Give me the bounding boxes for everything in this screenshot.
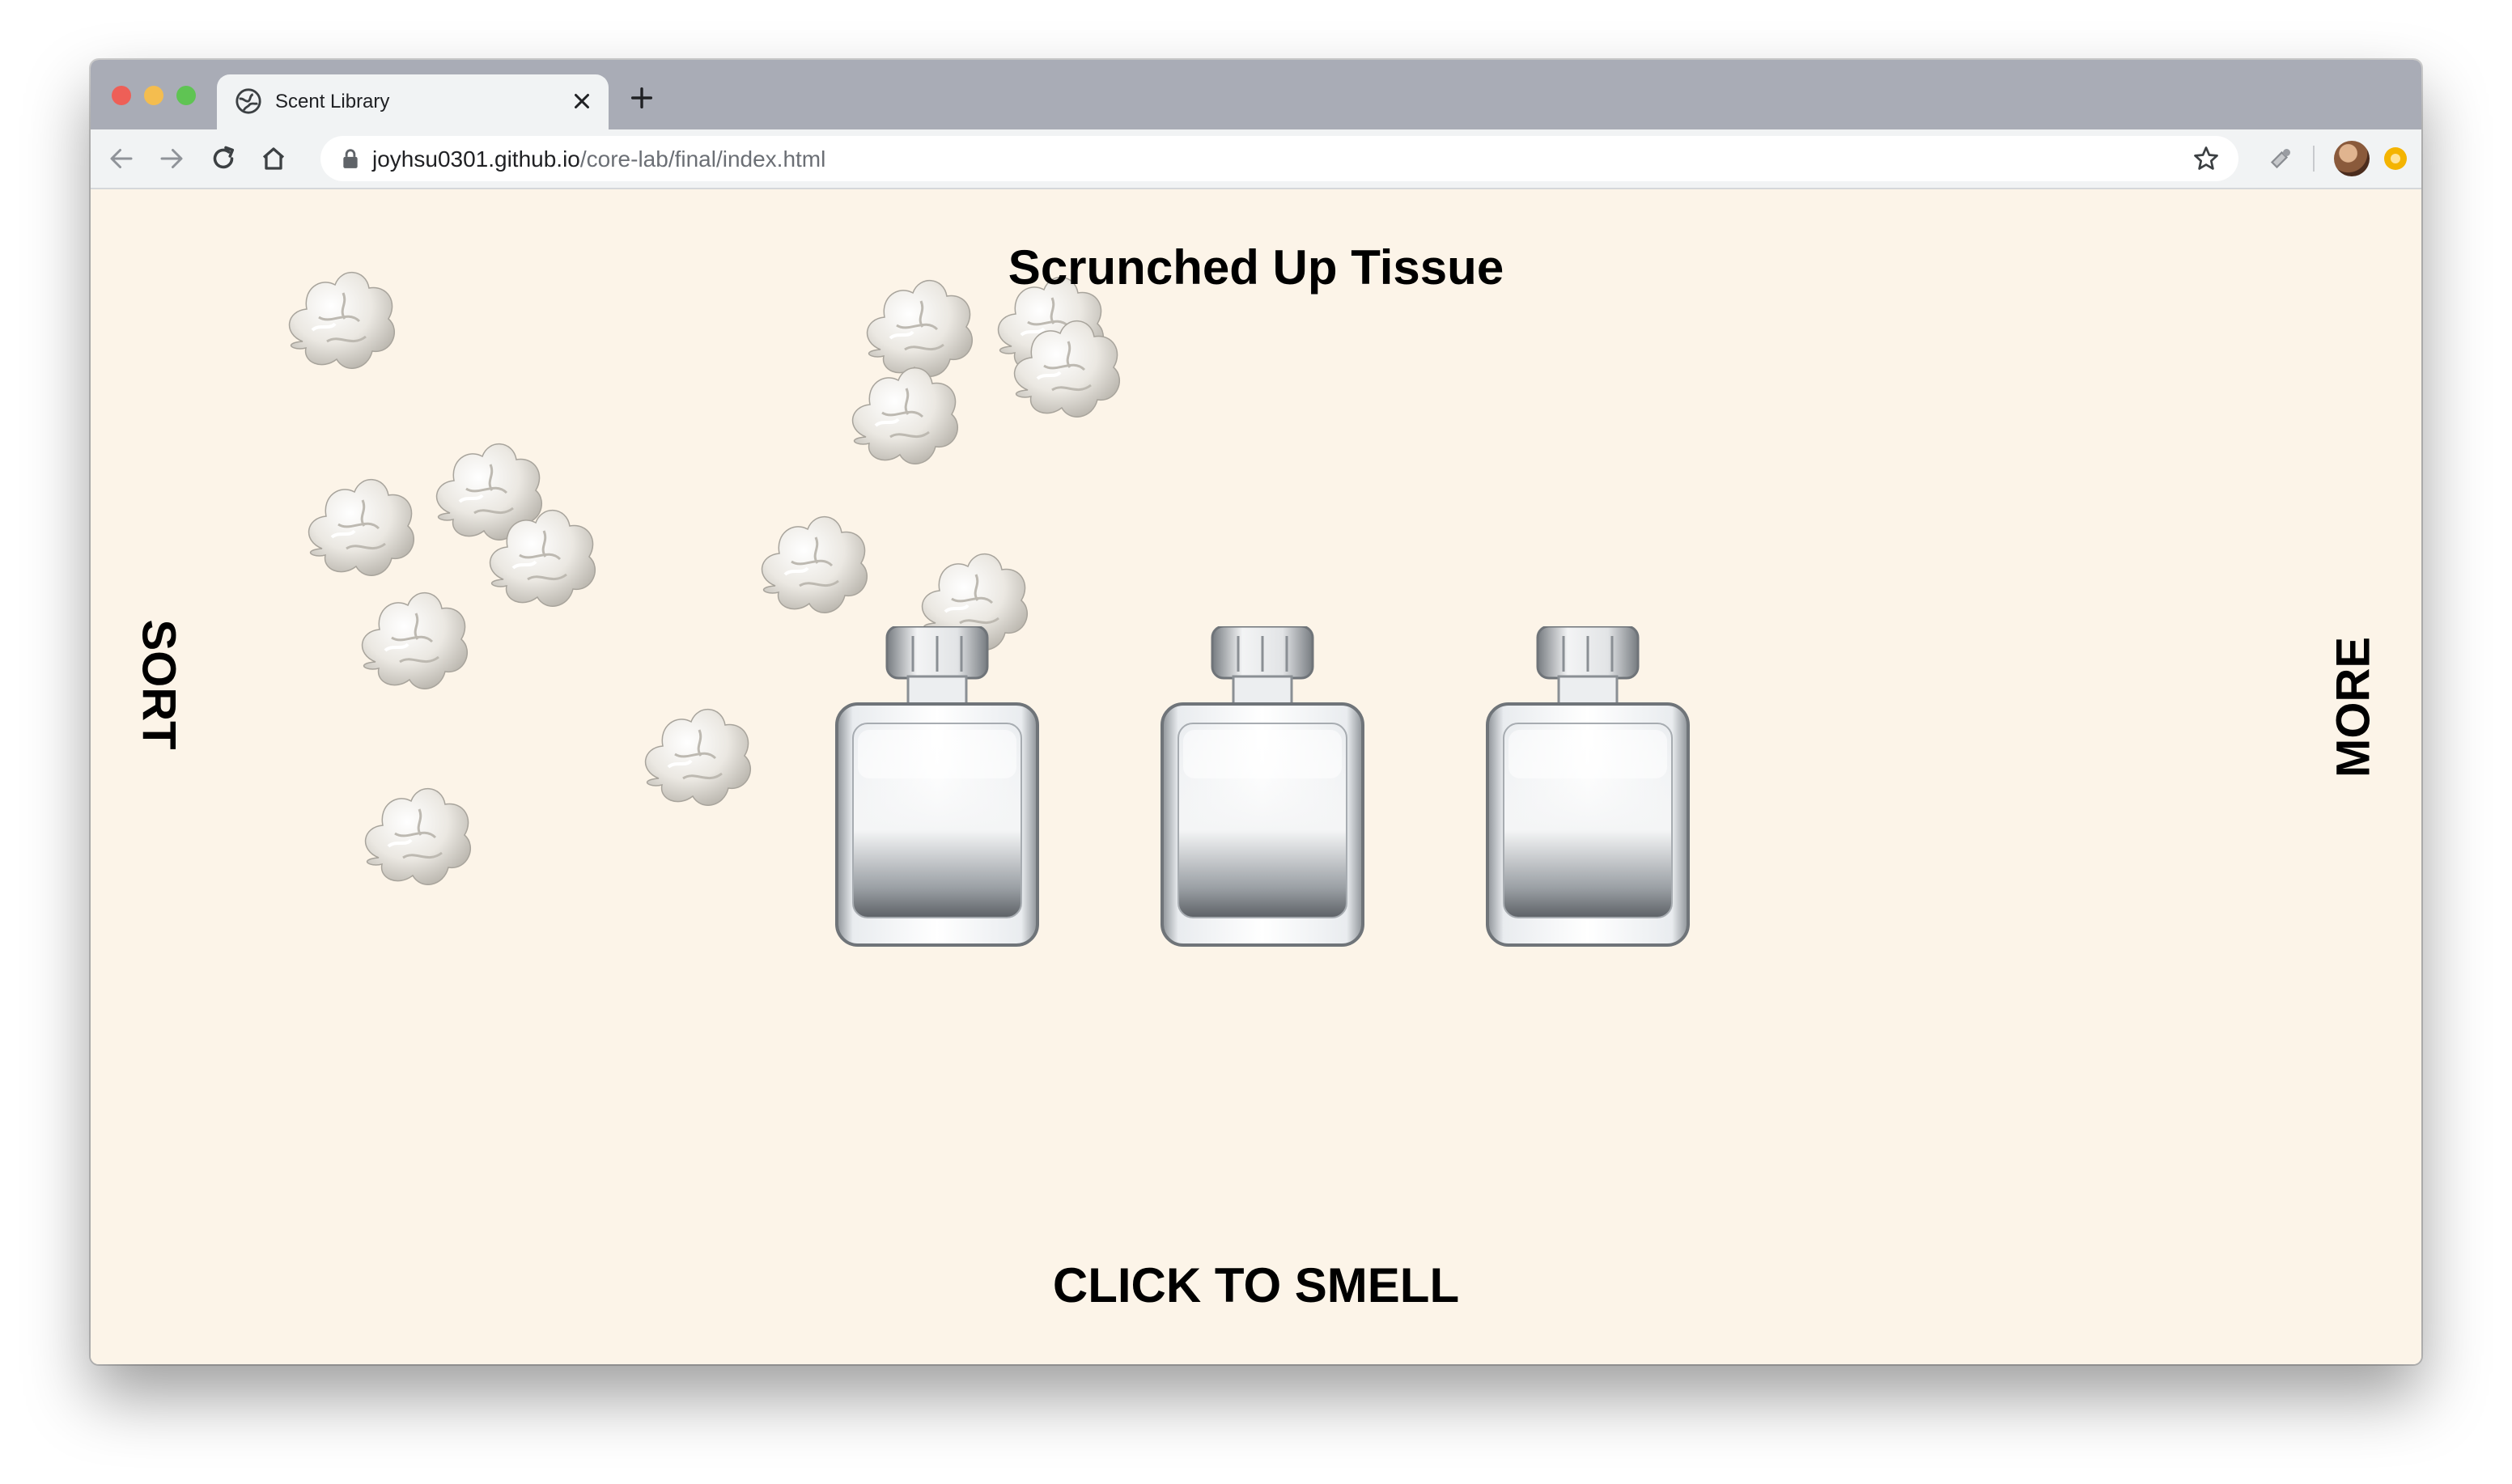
- globe-icon: [236, 88, 261, 114]
- tissue-icon: [360, 591, 469, 691]
- reload-icon[interactable]: [209, 144, 238, 173]
- back-arrow-icon[interactable]: [107, 144, 136, 173]
- perfume-bottle-icon[interactable]: [834, 626, 1041, 947]
- perfume-bottle-icon[interactable]: [1484, 626, 1691, 947]
- tissue-icon: [851, 366, 960, 466]
- home-icon[interactable]: [259, 144, 288, 173]
- tissue-icon: [643, 707, 753, 808]
- page-title: Scrunched Up Tissue: [1008, 240, 1504, 295]
- extension-icon[interactable]: [2266, 144, 2295, 173]
- new-tab-icon[interactable]: [628, 84, 656, 112]
- forward-arrow-icon[interactable]: [157, 144, 186, 173]
- tab-scent-library[interactable]: Scent Library: [217, 74, 609, 129]
- tissue-icon: [307, 477, 416, 578]
- url-path: /core-lab/final/index.html: [579, 146, 826, 172]
- browser-window: Scent Library joyhsu0301.github.io/core-…: [91, 60, 2421, 1364]
- toolbar-divider: [2313, 146, 2315, 172]
- page-content: Scrunched Up Tissue SORT MORE CLICK TO S…: [91, 189, 2421, 1364]
- tab-title: Scent Library: [275, 91, 390, 112]
- perfume-bottle-icon[interactable]: [1159, 626, 1366, 947]
- close-window-button[interactable]: [112, 86, 131, 105]
- profile-avatar[interactable]: [2334, 141, 2370, 176]
- bookmark-star-icon[interactable]: [2192, 144, 2221, 173]
- sort-button[interactable]: SORT: [132, 619, 186, 749]
- address-bar[interactable]: joyhsu0301.github.io/core-lab/final/inde…: [320, 136, 2238, 181]
- extension-badge-icon[interactable]: [2384, 147, 2407, 170]
- url-text: joyhsu0301.github.io/core-lab/final/inde…: [372, 146, 825, 172]
- click-to-smell-button[interactable]: CLICK TO SMELL: [91, 1257, 2421, 1313]
- browser-toolbar: joyhsu0301.github.io/core-lab/final/inde…: [91, 129, 2421, 189]
- tissue-icon: [1012, 319, 1122, 419]
- maximize-window-button[interactable]: [176, 86, 196, 105]
- tab-bar: Scent Library: [91, 60, 2421, 129]
- lock-icon: [343, 149, 358, 168]
- tissue-icon: [363, 787, 473, 887]
- tissue-icon: [488, 508, 597, 608]
- close-icon[interactable]: [570, 89, 594, 113]
- url-host: joyhsu0301.github.io: [372, 146, 580, 172]
- minimize-window-button[interactable]: [144, 86, 163, 105]
- tissue-icon: [760, 515, 869, 615]
- more-button[interactable]: MORE: [2327, 637, 2381, 778]
